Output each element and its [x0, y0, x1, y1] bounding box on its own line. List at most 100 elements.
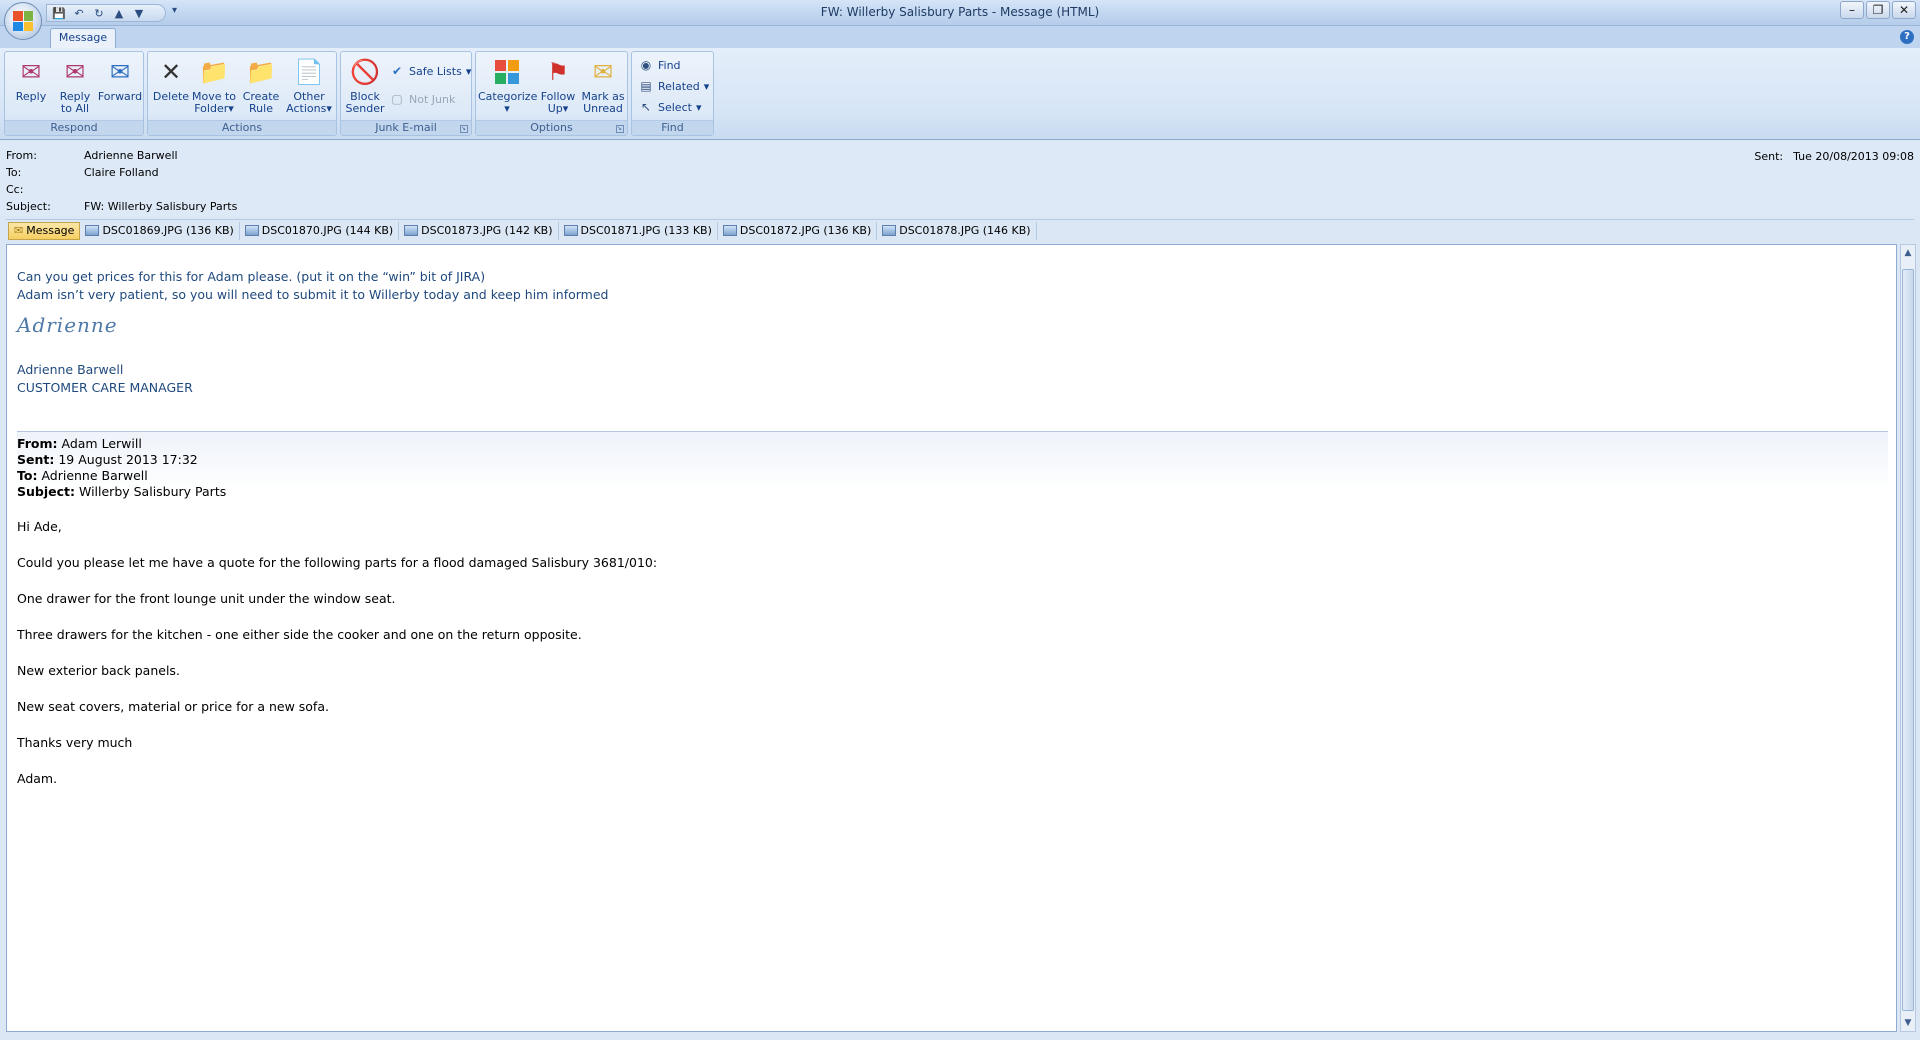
message-body[interactable]: Can you get prices for this for Adam ple… — [6, 244, 1897, 1032]
dropdown-arrow-icon: ▾ — [695, 100, 702, 114]
vertical-scrollbar[interactable]: ▲ ▼ — [1900, 244, 1916, 1032]
other-actions-button[interactable]: 📄 Other Actions▾ — [284, 56, 334, 115]
office-logo-icon — [13, 11, 33, 31]
group-find: ◉ Find ▤ Related ▾ ↖ Select ▾ Find — [631, 51, 714, 136]
sent-row: Sent: Tue 20/08/2013 09:08 — [1754, 150, 1914, 163]
dropdown-arrow-icon: ▾ — [326, 102, 332, 115]
ribbon: ✉ Reply ✉ Reply to All ✉ Forward Respond… — [0, 48, 1920, 140]
from-label: From: — [6, 149, 37, 162]
not-junk-icon: ▢ — [391, 92, 403, 106]
scroll-thumb[interactable] — [1902, 269, 1914, 1011]
select-button[interactable]: ↖ Select ▾ — [638, 98, 702, 116]
group-label-options: Options — [476, 120, 627, 135]
attachment-item[interactable]: DSC01872.JPG (136 KB) — [718, 221, 878, 240]
follow-up-button[interactable]: ⚑ Follow Up▾ — [538, 56, 578, 115]
image-file-icon — [244, 225, 259, 236]
attachment-item[interactable]: DSC01878.JPG (146 KB) — [877, 221, 1037, 240]
block-sender-icon: 🚫 — [350, 58, 380, 86]
scroll-down-icon[interactable]: ▼ — [1901, 1015, 1915, 1031]
move-to-folder-button[interactable]: 📁 Move to Folder▾ — [190, 56, 238, 115]
scroll-up-icon[interactable]: ▲ — [1901, 245, 1915, 261]
group-actions: ✕ Delete 📁 Move to Folder▾ 📁 Create Rule… — [147, 51, 337, 136]
subject-label: Subject: — [6, 200, 51, 213]
create-rule-button[interactable]: 📁 Create Rule — [240, 56, 282, 115]
cursor-icon: ↖ — [640, 100, 652, 114]
cc-label: Cc: — [6, 183, 24, 196]
attachment-bar: ✉ Message DSC01869.JPG (136 KB) DSC01870… — [6, 219, 1914, 241]
dialog-launcher-icon[interactable]: ↘ — [460, 125, 468, 133]
paragraph: Hi Ade, — [17, 519, 62, 534]
block-sender-button[interactable]: 🚫 Block Sender — [345, 56, 385, 115]
image-file-icon — [404, 225, 419, 236]
fwd-sent: Sent: 19 August 2013 17:32 — [17, 452, 198, 467]
minimize-button[interactable]: – — [1840, 1, 1864, 19]
group-label-actions: Actions — [148, 120, 336, 135]
categorize-icon — [491, 56, 523, 88]
safe-lists-button[interactable]: ✔ Safe Lists ▾ — [389, 62, 471, 80]
related-icon: ▤ — [640, 79, 652, 93]
fwd-subject: Subject: Willerby Salisbury Parts — [17, 484, 227, 499]
dropdown-arrow-icon: ▾ — [504, 102, 510, 115]
group-label-find: Find — [632, 120, 713, 135]
group-label-junk-email: Junk E-mail — [341, 120, 471, 135]
image-file-icon — [85, 225, 100, 236]
paragraph: Three drawers for the kitchen - one eith… — [17, 627, 582, 642]
other-actions-icon: 📄 — [294, 58, 324, 86]
image-file-icon — [563, 225, 578, 236]
reply-button[interactable]: ✉ Reply — [11, 56, 51, 103]
paragraph: Thanks very much — [17, 735, 133, 750]
attachment-message[interactable]: ✉ Message — [8, 221, 81, 240]
fwd-to: To: Adrienne Barwell — [17, 468, 148, 483]
tab-message[interactable]: Message — [50, 28, 116, 48]
dropdown-arrow-icon: ▾ — [228, 102, 234, 115]
body-line-1: Can you get prices for this for Adam ple… — [17, 269, 486, 284]
paragraph: New seat covers, material or price for a… — [17, 699, 329, 714]
from-value[interactable]: Adrienne Barwell — [84, 149, 178, 162]
safe-lists-icon: ✔ — [391, 64, 403, 78]
find-button[interactable]: ◉ Find — [638, 56, 681, 74]
reply-icon: ✉ — [20, 58, 42, 86]
not-junk-button[interactable]: ▢ Not Junk — [389, 90, 455, 108]
title-bar: 💾 ↶ ↻ ▲ ▼ ▾ FW: Willerby Salisbury Parts… — [0, 0, 1920, 26]
message-header: From: Adrienne Barwell To: Claire Follan… — [0, 141, 1920, 216]
image-file-icon — [882, 225, 897, 236]
body-line-2: Adam isn’t very patient, so you will nee… — [17, 287, 609, 302]
flag-icon: ⚑ — [547, 58, 569, 86]
office-button[interactable] — [4, 2, 42, 40]
forward-icon: ✉ — [109, 58, 131, 86]
attachment-item[interactable]: DSC01871.JPG (133 KB) — [559, 221, 718, 240]
group-label-respond: Respond — [5, 120, 143, 135]
dropdown-arrow-icon: ▾ — [562, 102, 569, 115]
mark-as-unread-button[interactable]: ✉ Mark as Unread — [580, 56, 626, 115]
attachment-item[interactable]: DSC01870.JPG (144 KB) — [240, 221, 400, 240]
delete-button[interactable]: ✕ Delete — [152, 56, 190, 103]
help-icon[interactable]: ? — [1900, 30, 1914, 44]
restore-button[interactable]: ❐ — [1866, 1, 1890, 19]
dialog-launcher-icon[interactable]: ↘ — [616, 125, 624, 133]
group-respond: ✉ Reply ✉ Reply to All ✉ Forward Respond — [4, 51, 144, 136]
signature-title: CUSTOMER CARE MANAGER — [17, 380, 193, 395]
paragraph: One drawer for the front lounge unit und… — [17, 591, 396, 606]
close-button[interactable]: ✕ — [1892, 1, 1916, 19]
window-controls: – ❐ ✕ — [1840, 1, 1916, 19]
window-title: FW: Willerby Salisbury Parts - Message (… — [820, 5, 1100, 19]
binoculars-icon: ◉ — [640, 58, 652, 72]
reply-all-button[interactable]: ✉ Reply to All — [53, 56, 97, 115]
delete-icon: ✕ — [160, 58, 182, 86]
fwd-from: From: Adam Lerwill — [17, 436, 142, 451]
to-value[interactable]: Claire Folland — [84, 166, 159, 179]
envelope-icon: ✉ — [592, 58, 614, 86]
folder-icon: 📁 — [199, 58, 229, 86]
signature-script: Adrienne — [17, 313, 118, 337]
group-junk-email: 🚫 Block Sender ✔ Safe Lists ▾ ▢ Not Junk… — [340, 51, 472, 136]
attachment-item[interactable]: DSC01869.JPG (136 KB) — [80, 221, 240, 240]
related-button[interactable]: ▤ Related ▾ — [638, 77, 709, 95]
create-rule-icon: 📁 — [246, 58, 276, 86]
categorize-button[interactable]: Categorize ▾ — [478, 56, 537, 115]
reply-all-icon: ✉ — [64, 58, 86, 86]
ribbon-tab-row: Message ? — [0, 26, 1920, 48]
paragraph: Adam. — [17, 771, 58, 786]
forward-button[interactable]: ✉ Forward — [97, 56, 143, 103]
attachment-item[interactable]: DSC01873.JPG (142 KB) — [399, 221, 559, 240]
to-label: To: — [6, 166, 22, 179]
